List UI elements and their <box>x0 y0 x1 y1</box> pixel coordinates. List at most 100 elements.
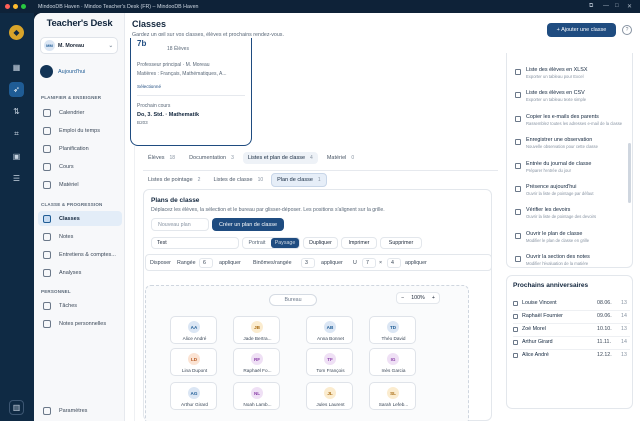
apply-binomes-button[interactable]: appliquer <box>321 260 343 266</box>
quick-action-item[interactable]: Ouvrir la section des notes Modifier l'év… <box>515 254 630 276</box>
apply-rangee-button[interactable]: appliquer <box>219 260 241 266</box>
sidebar-item-entretiens[interactable]: Entretiens & comptes... <box>38 247 122 262</box>
action-icon <box>515 209 521 216</box>
student-desk[interactable]: AG Arthur Girard <box>170 382 217 410</box>
teacher-desk[interactable]: Bureau <box>269 294 317 306</box>
tab-documentation[interactable]: Documentation 3 <box>184 152 239 164</box>
birthday-row[interactable]: Arthur Girard 11.11. 14 <box>513 337 630 349</box>
student-count: 18 Élèves <box>167 46 189 52</box>
window-title: MindooDB Haven · Mindoo Teacher's Desk (… <box>38 3 199 10</box>
nav-label: Notes personnelles <box>59 320 107 327</box>
detail-tabs: Élèves 18 Documentation 3 Listes et plan d… <box>143 152 359 164</box>
close-window-button[interactable] <box>5 4 10 9</box>
tab-label: Listes de pointage <box>148 177 193 183</box>
plan-name-input[interactable]: Test <box>151 237 239 249</box>
delete-button[interactable]: Supprimer <box>380 237 422 249</box>
action-icon <box>515 139 521 146</box>
sidebar-item-parametres[interactable]: Paramètres <box>38 403 122 418</box>
sidebar-item-calendrier[interactable]: Calendrier <box>38 105 122 120</box>
scrollbar[interactable] <box>628 143 631 203</box>
sidebar-item-analyses[interactable]: Analyses <box>38 265 122 280</box>
quick-action-item[interactable]: Ouvrir le plan de classe Modifier le plan… <box>515 231 630 253</box>
student-avatar: AB <box>324 321 336 333</box>
student-desk[interactable]: NL Noah Lamb... <box>233 382 280 410</box>
user-switcher[interactable]: MM M. Moreau ⌄ <box>40 37 118 54</box>
maximize-window-button[interactable] <box>21 4 26 9</box>
print-button[interactable]: Imprimer <box>341 237 377 249</box>
apply-u-button[interactable]: appliquer <box>405 260 427 266</box>
student-desk[interactable]: IG Inès Garcia <box>369 348 416 376</box>
add-class-button[interactable]: + Ajouter une classe <box>547 23 616 37</box>
binomes-input[interactable]: 3 <box>301 258 315 268</box>
quick-action-item[interactable]: Liste des élèves en XLSX Exporter un tabl… <box>515 67 630 89</box>
tab-listes-plan[interactable]: Listes et plan de classe 4 <box>242 152 318 164</box>
minimize-window-button[interactable] <box>13 4 18 9</box>
sidebar-item-notes-perso[interactable]: Notes personnelles <box>38 316 122 331</box>
sidebar-item-classes[interactable]: Classes <box>38 211 122 226</box>
subtab-listes-classe[interactable]: Listes de classe 10 <box>208 173 268 187</box>
birthday-row[interactable]: Alice André 12.12. 13 <box>513 350 630 362</box>
quick-action-item[interactable]: Liste des élèves en CSV Exporter un table… <box>515 90 630 112</box>
student-desk[interactable]: JB Jade Bertra... <box>233 316 280 344</box>
birthday-date: 10.10. <box>597 326 612 332</box>
sub-tabs: Listes de pointage 2 Listes de classe 10 P… <box>143 173 327 187</box>
seating-canvas[interactable]: Bureau − 100% + AA Alice André JB Jade Bert… <box>145 285 469 421</box>
quick-action-item[interactable]: Entrée du journal de classe Préparer l'en… <box>515 161 630 183</box>
student-desk[interactable]: AA Alice André <box>170 316 217 344</box>
quick-action-item[interactable]: Enregistrer une observation Nouvelle obse… <box>515 137 630 159</box>
sidebar-item-taches[interactable]: Tâches <box>38 298 122 313</box>
sliders-icon[interactable]: ☰ <box>9 171 24 186</box>
birthday-age: 13 <box>621 300 627 306</box>
student-desk[interactable]: TD Théo David <box>369 316 416 344</box>
birthday-row[interactable]: Raphaël Fournier 09.06. 14 <box>513 311 630 323</box>
birthday-row[interactable]: Zoé Morel 10.10. 13 <box>513 324 630 336</box>
zoom-out-button[interactable]: − <box>401 295 404 301</box>
create-plan-button[interactable]: Créer un plan de classe <box>212 218 284 231</box>
u-cols-input[interactable]: 4 <box>387 258 401 268</box>
action-label: Présence aujourd'hui <box>526 184 577 190</box>
quick-action-item[interactable]: Copier les e-mails des parents Rassemblez… <box>515 114 630 136</box>
student-desk[interactable]: AB Anna Bonnet <box>306 316 353 344</box>
minimize-icon[interactable]: — <box>603 3 609 9</box>
sidebar-item-planification[interactable]: Planification <box>38 141 122 156</box>
subtab-plan-classe[interactable]: Plan de classe 1 <box>271 173 327 187</box>
quick-action-item[interactable]: Présence aujourd'hui Ouvrir la liste de p… <box>515 184 630 206</box>
sync-icon[interactable]: ⇅ <box>9 104 24 119</box>
student-desk[interactable]: TF Tom François <box>306 348 353 376</box>
sidebar-item-materiel[interactable]: Matériel <box>38 177 122 192</box>
portrait-option[interactable]: Portrait <box>243 238 271 248</box>
extension-icon[interactable]: ⧉ <box>589 3 593 10</box>
tab-materiel[interactable]: Matériel 0 <box>322 152 359 164</box>
birthday-row[interactable]: Louise Vincent 08.06. 13 <box>513 298 630 310</box>
close-icon[interactable]: ✕ <box>627 3 632 10</box>
new-plan-input[interactable]: Nouveau plan <box>151 218 209 231</box>
window-controls[interactable] <box>5 4 26 9</box>
image-icon[interactable]: ▣ <box>9 149 24 164</box>
rangee-input[interactable]: 6 <box>199 258 213 268</box>
student-desk[interactable]: SL Sarah Lefeb... <box>369 382 416 410</box>
duplicate-button[interactable]: Dupliquer <box>303 237 338 249</box>
tab-label: Matériel <box>326 155 347 161</box>
class-card[interactable]: 7b 18 Élèves Professeur principal · M. M… <box>130 38 252 146</box>
today-link[interactable]: Aujourd'hui <box>40 65 85 78</box>
sidebar-item-cours[interactable]: Cours <box>38 159 122 174</box>
student-desk[interactable]: RF Raphaël Fo... <box>233 348 280 376</box>
action-label: Ouvrir la section des notes <box>526 254 590 261</box>
paysage-option[interactable]: Paysage <box>271 238 299 248</box>
dashboard-icon[interactable]: ▦ <box>9 60 24 75</box>
sidebar-item-notes[interactable]: Notes <box>38 229 122 244</box>
subtab-pointage[interactable]: Listes de pointage 2 <box>143 173 205 187</box>
rocket-icon[interactable]: ➶ <box>9 82 24 97</box>
zoom-in-button[interactable]: + <box>432 295 435 301</box>
u-rows-input[interactable]: 7 <box>362 258 376 268</box>
student-desk[interactable]: JL Jules Laurent <box>306 382 353 410</box>
tab-eleves[interactable]: Élèves 18 <box>143 152 180 164</box>
student-desk[interactable]: LD Lina Dupont <box>170 348 217 376</box>
quick-action-item[interactable]: Vérifier les devoirs Ouvrir la liste de p… <box>515 207 630 229</box>
help-icon[interactable]: ? <box>622 25 632 35</box>
scan-icon[interactable]: ⌗ <box>9 126 24 141</box>
panel-toggle-icon[interactable]: ▥ <box>9 400 24 415</box>
action-description: Exporter un tableau pour Excel <box>526 74 584 79</box>
sidebar-item-emploi[interactable]: Emploi du temps <box>38 123 122 138</box>
restore-icon[interactable]: □ <box>615 3 619 9</box>
